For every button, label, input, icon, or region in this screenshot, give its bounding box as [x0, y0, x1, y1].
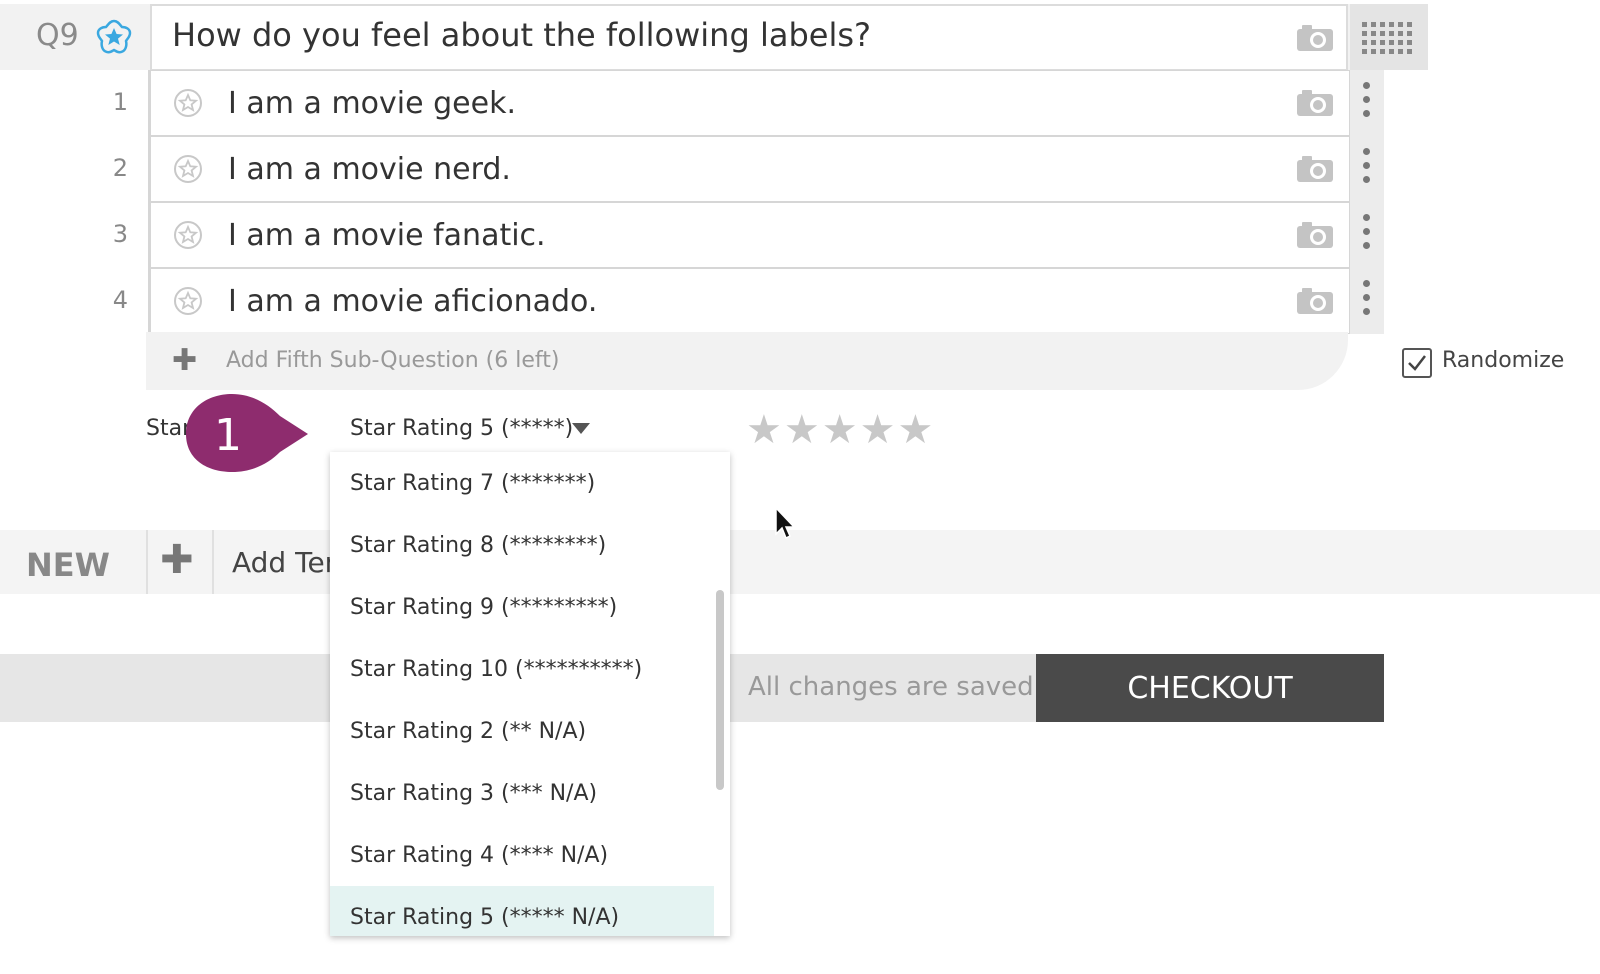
sub-question-number: 2	[112, 154, 128, 182]
dropdown-option[interactable]: Star Rating 8 (********)	[330, 514, 714, 576]
star-type-select[interactable]: Star Rating 5 (*****)	[350, 416, 573, 441]
star-icon: ★	[783, 407, 820, 453]
dropdown-option[interactable]: Star Rating 7 (*******)	[330, 452, 714, 514]
divider	[146, 530, 148, 594]
question-number: Q9	[36, 18, 79, 53]
star-icon: ★	[821, 407, 858, 453]
dropdown-scrollbar[interactable]	[716, 590, 724, 790]
add-question-plus-icon[interactable]: ✚	[160, 540, 194, 580]
star-rating-preview: ★ ★ ★ ★ ★	[746, 410, 933, 450]
save-status: All changes are saved!	[748, 672, 1045, 702]
camera-icon[interactable]	[1296, 24, 1334, 52]
camera-icon[interactable]	[1296, 89, 1334, 117]
drag-dots-icon	[1363, 82, 1371, 124]
randomize-checkbox[interactable]	[1402, 348, 1432, 378]
star-icon: ★	[897, 407, 934, 453]
camera-icon[interactable]	[1296, 287, 1334, 315]
checkout-button[interactable]: CHECKOUT	[1036, 654, 1384, 722]
drag-handle[interactable]	[1350, 202, 1384, 268]
divider	[212, 530, 214, 594]
drag-handle[interactable]	[1350, 268, 1384, 334]
new-question-label: NEW	[26, 546, 110, 584]
star-badge-icon[interactable]	[172, 87, 204, 119]
sub-question-text: I am a movie fanatic.	[228, 218, 546, 253]
sub-question-text: I am a movie geek.	[228, 86, 516, 121]
add-question-button[interactable]: Add Ten	[232, 546, 342, 579]
dropdown-option-highlighted[interactable]: Star Rating 5 (***** N/A)	[330, 886, 714, 936]
dropdown-option[interactable]: Star Rating 9 (*********)	[330, 576, 714, 638]
star-badge-icon[interactable]	[172, 153, 204, 185]
star-badge-icon[interactable]	[96, 19, 132, 55]
sub-question-text: I am a movie aficionado.	[228, 284, 598, 319]
randomize-label: Randomize	[1442, 348, 1565, 373]
drag-dots-icon	[1363, 280, 1371, 322]
dropdown-option[interactable]: Star Rating 10 (**********)	[330, 638, 714, 700]
plus-icon: ✚	[172, 343, 198, 378]
drag-dots-icon	[1363, 148, 1371, 190]
drag-handle[interactable]	[1350, 70, 1384, 136]
sub-question-number: 3	[112, 220, 128, 248]
callout-number: 1	[214, 410, 242, 461]
question-text: How do you feel about the following labe…	[172, 16, 871, 54]
camera-icon[interactable]	[1296, 221, 1334, 249]
star-badge-icon[interactable]	[172, 219, 204, 251]
dropdown-option[interactable]: Star Rating 4 (**** N/A)	[330, 824, 714, 886]
camera-icon[interactable]	[1296, 155, 1334, 183]
mouse-cursor-icon	[775, 506, 796, 540]
dropdown-option[interactable]: Star Rating 2 (** N/A)	[330, 700, 714, 762]
sub-question-text: I am a movie nerd.	[228, 152, 511, 187]
grid-menu-button[interactable]	[1350, 4, 1428, 70]
star-icon: ★	[746, 407, 782, 453]
star-badge-icon[interactable]	[172, 285, 204, 317]
step-callout-badge: 1	[186, 394, 308, 472]
sub-question-number: 1	[112, 88, 128, 116]
add-sub-question-label: Add Fifth Sub-Question (6 left)	[226, 348, 560, 373]
grid-icon	[1362, 22, 1412, 54]
drag-dots-icon	[1363, 214, 1371, 256]
checkmark-icon	[1408, 355, 1426, 371]
star-icon: ★	[859, 407, 896, 453]
drag-handle[interactable]	[1350, 136, 1384, 202]
star-type-dropdown-list[interactable]: Star Rating 7 (*******) Star Rating 8 (*…	[330, 452, 730, 936]
dropdown-option[interactable]: Star Rating 3 (*** N/A)	[330, 762, 714, 824]
chevron-down-icon[interactable]	[572, 423, 590, 434]
sub-question-number: 4	[112, 286, 128, 314]
